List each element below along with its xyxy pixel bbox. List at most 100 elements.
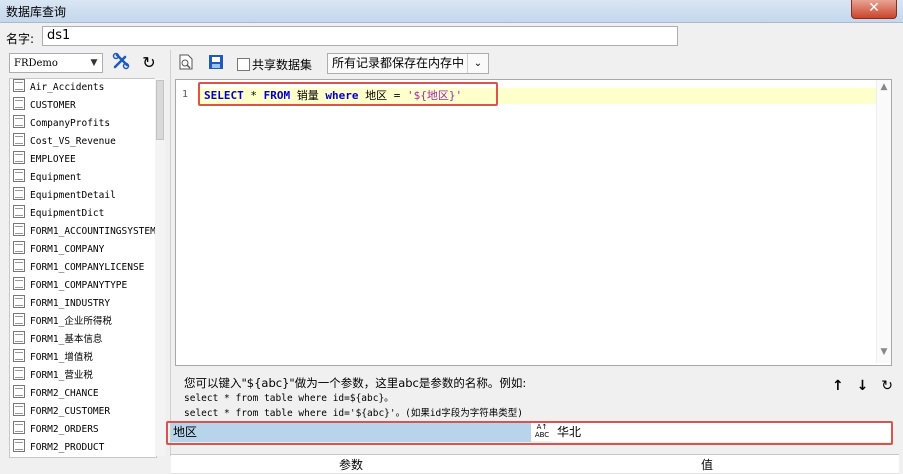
table-name: CompanyProfits [30,118,111,129]
chevron-down-icon: ▼ [90,58,98,68]
table-icon [13,187,25,200]
list-item[interactable]: FORM2_CUSTOMER [10,403,156,421]
table-name: FORM1_企业所得税 [30,316,112,327]
scroll-down-icon[interactable]: ▼ [877,347,891,361]
table-name: FORM2_PRODUCT [30,442,105,453]
table-name: FORM1_COMPANYTYPE [30,280,128,291]
list-item[interactable]: Air_Accidents [10,79,156,97]
list-item[interactable]: EquipmentDetail [10,187,156,205]
table-name: Equipment [30,172,82,183]
right-panel: 共享数据集 所有记录都保存在内存中 ⌄ 1 SELECT * FROM 销量 w… [171,50,903,474]
param-actions: ↑ ↓ ↻ [824,378,893,394]
table-name: Air_Accidents [30,82,105,93]
table-list-scrollbar[interactable] [155,78,165,456]
name-input[interactable]: ds1 [42,26,678,46]
memory-option-value: 所有记录都保存在内存中 [332,56,465,70]
table-icon [13,313,25,326]
table-name: FORM1_COMPANY [30,244,105,255]
parameter-icon[interactable] [205,54,227,76]
shared-dataset-checkbox[interactable] [237,58,250,71]
close-button[interactable]: ✕ [851,0,897,19]
param-highlight-box [166,421,893,445]
list-item[interactable]: CompanyProfits [10,115,156,133]
list-item[interactable]: FORM2_ORDERS [10,421,156,439]
hint-line-3: select * from table where id='${abc}'。(如… [184,408,523,419]
list-item[interactable]: FORM1_INDUSTRY [10,295,156,313]
sql-editor[interactable]: 1 SELECT * FROM 销量 where 地区 = '${地区}' ▲ … [175,79,892,366]
move-down-icon[interactable]: ↓ [857,378,869,394]
table-icon [13,331,25,344]
table-icon [13,115,25,128]
table-name: FORM1_营业税 [30,370,93,381]
table-icon [13,259,25,272]
list-item[interactable]: Cost_VS_Revenue [10,133,156,151]
line-gutter [176,80,196,363]
title-bar: 数据库查询 ✕ [0,0,903,23]
table-name: FORM2_CUSTOMER [30,406,111,417]
scroll-up-icon[interactable]: ▲ [877,82,891,96]
list-item[interactable]: FORM1_营业税 [10,367,156,385]
table-icon [13,295,25,308]
table-name: FORM2_ORDERS [30,424,99,435]
list-item[interactable]: FORM1_COMPANYLICENSE [10,259,156,277]
table-icon [13,223,25,236]
param-table-header: 参数 值 [171,454,899,474]
list-item[interactable]: CUSTOMER [10,97,156,115]
list-item[interactable]: Equipment [10,169,156,187]
chevron-down-icon: ⌄ [467,54,488,73]
table-name: EquipmentDetail [30,190,116,201]
table-icon [13,349,25,362]
list-item[interactable]: FORM1_基本信息 [10,331,156,349]
left-panel: FRDemo ▼ ↻ Air_Accidents CUSTOMER CompanyP… [0,50,171,458]
table-name: EMPLOYEE [30,154,76,165]
name-bar: 名字: ds1 [0,24,903,50]
window-title: 数据库查询 [6,5,67,19]
list-item[interactable]: FORM2_PRODUCT [10,439,156,457]
table-icon [13,385,25,398]
name-label: 名字: [6,32,35,46]
refresh-params-icon[interactable]: ↻ [881,378,893,394]
shared-dataset-label: 共享数据集 [252,58,313,72]
table-icon [13,79,25,92]
table-icon [13,169,25,182]
list-item[interactable]: FORM1_ACCOUNTINGSYSTEM [10,223,156,241]
table-icon [13,241,25,254]
table-name: FORM2_CHANCE [30,388,99,399]
connection-settings-icon[interactable] [110,52,132,74]
preview-icon[interactable] [175,54,197,76]
refresh-icon[interactable]: ↻ [138,52,160,74]
table-icon [13,367,25,380]
list-item[interactable]: EquipmentDict [10,205,156,223]
query-toolbar: 共享数据集 所有记录都保存在内存中 ⌄ [171,50,903,78]
hint-line-2: select * from table where id=${abc}。 [184,393,394,404]
table-icon [13,151,25,164]
table-icon [13,421,25,434]
editor-scrollbar[interactable]: ▲ ▼ [876,80,891,363]
list-item[interactable]: FORM1_企业所得税 [10,313,156,331]
line-number: 1 [182,89,189,100]
table-icon [13,439,25,452]
hint-line-1: 您可以键入"${abc}"做为一个参数，这里abc是参数的名称。例如: [184,376,527,390]
list-item[interactable]: FORM2_CHANCE [10,385,156,403]
table-name: FORM1_ACCOUNTINGSYSTEM [30,226,156,237]
table-icon [13,403,25,416]
table-name: Cost_VS_Revenue [30,136,116,147]
table-name: FORM1_增值税 [30,352,93,363]
connection-select[interactable]: FRDemo ▼ [9,53,103,73]
scrollbar-thumb[interactable] [156,80,164,140]
table-icon [13,97,25,110]
parameter-hint: 您可以键入"${abc}"做为一个参数，这里abc是参数的名称。例如: sele… [184,376,526,421]
table-name: FORM1_基本信息 [30,334,103,345]
list-item[interactable]: FORM1_COMPANYTYPE [10,277,156,295]
list-item[interactable]: FORM1_增值税 [10,349,156,367]
table-icon [13,133,25,146]
table-name: EquipmentDict [30,208,105,219]
list-item[interactable]: FORM1_COMPANY [10,241,156,259]
memory-option-select[interactable]: 所有记录都保存在内存中 ⌄ [327,53,489,74]
move-up-icon[interactable]: ↑ [832,378,844,394]
table-icon [13,277,25,290]
sql-highlight-box [198,82,498,106]
table-icon [13,205,25,218]
param-name-header: 参数 [339,458,364,472]
list-item[interactable]: EMPLOYEE [10,151,156,169]
